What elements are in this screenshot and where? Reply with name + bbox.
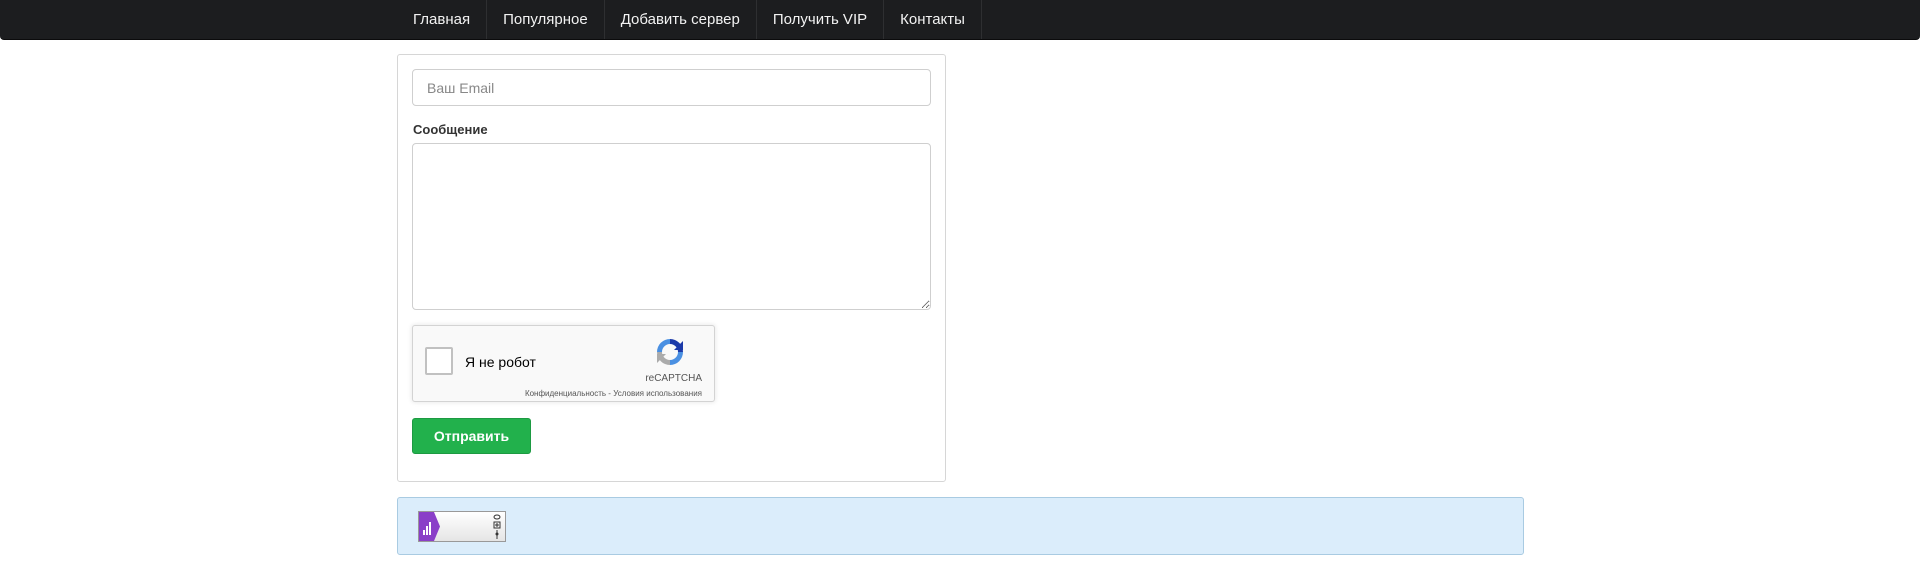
message-label: Сообщение xyxy=(413,122,488,137)
nav-item-add-server[interactable]: Добавить сервер xyxy=(605,0,757,39)
info-bar xyxy=(397,497,1524,555)
recaptcha-brand: reCAPTCHA xyxy=(645,373,702,384)
recaptcha-privacy-terms-links[interactable]: Конфиденциальность - Условия использован… xyxy=(525,389,702,398)
nav-menu: Главная Популярное Добавить сервер Получ… xyxy=(397,0,982,39)
email-input[interactable] xyxy=(412,69,931,106)
nav-item-home[interactable]: Главная xyxy=(397,0,488,39)
nav-item-contacts[interactable]: Контакты xyxy=(884,0,982,39)
counter-controls-icon xyxy=(493,514,501,539)
bar-chart-icon xyxy=(419,512,440,541)
submit-button[interactable]: Отправить xyxy=(412,418,531,454)
nav-item-get-vip[interactable]: Получить VIP xyxy=(757,0,885,39)
visitor-counter-widget[interactable] xyxy=(418,511,506,542)
top-navbar: Главная Популярное Добавить сервер Получ… xyxy=(0,0,1920,40)
recaptcha-checkbox[interactable] xyxy=(425,347,453,375)
recaptcha-label: Я не робот xyxy=(465,354,536,370)
nav-item-popular[interactable]: Популярное xyxy=(487,0,605,39)
recaptcha-logo-icon xyxy=(657,339,683,365)
recaptcha-widget: Я не робот reCAPTCHA Конфиденциальность … xyxy=(412,325,715,402)
message-textarea[interactable] xyxy=(412,143,931,310)
contact-form-panel: Сообщение Я не робот reCAPTCHA Конфиденц… xyxy=(397,54,946,482)
